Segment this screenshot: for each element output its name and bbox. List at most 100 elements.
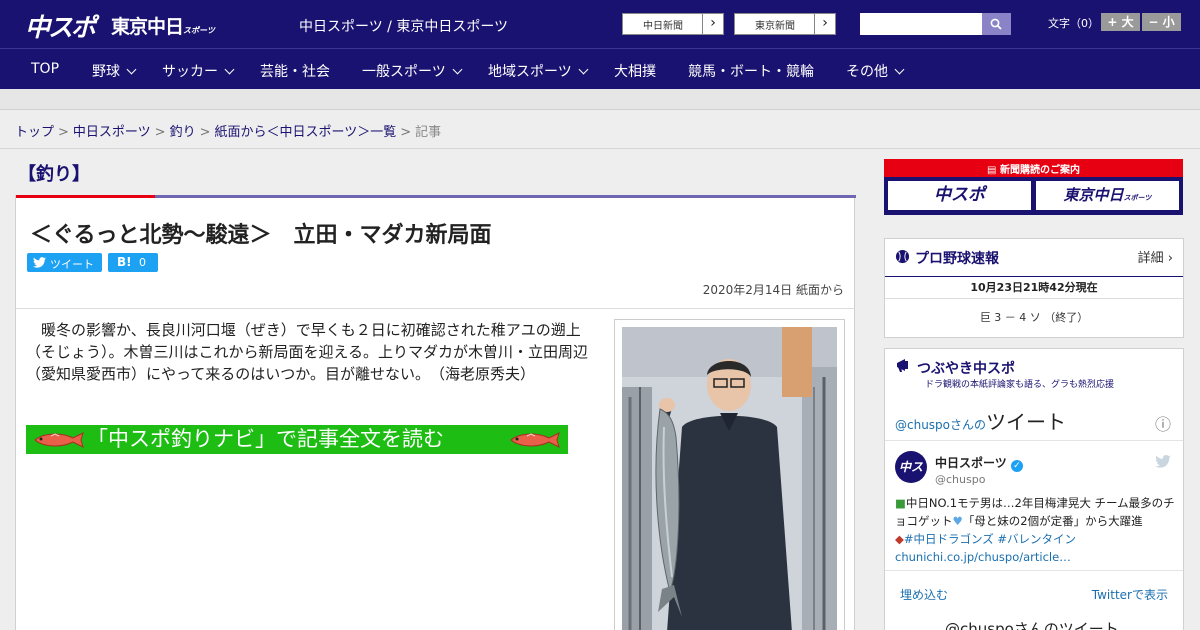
breadcrumb: トップ > 中日スポーツ > 釣り > 紙面から＜中日スポーツ＞一覧 > 記事 xyxy=(15,121,441,140)
nav-item-local-sports[interactable]: 地域スポーツ xyxy=(488,61,589,81)
breadcrumb-chunichi-sports[interactable]: 中日スポーツ xyxy=(73,125,151,140)
tweet-hashtags[interactable]: #中日ドラゴンズ #バレンタイン xyxy=(904,532,1076,546)
article-photo-frame xyxy=(614,319,845,630)
chevron-down-icon xyxy=(224,64,235,75)
nav-item-top[interactable]: TOP xyxy=(31,61,59,77)
accent-bar xyxy=(16,195,155,198)
ext-link-label: 中日新聞 xyxy=(643,21,683,32)
subscribe-chuspo-button[interactable]: 中スポ xyxy=(888,181,1031,210)
nav-label: 野球 xyxy=(92,64,120,80)
search-button[interactable] xyxy=(982,13,1011,35)
tsubuyaki-subtitle: ドラ観戦の本紙評論家も語る、グラも熱烈応援 xyxy=(925,380,1115,390)
article-photo[interactable] xyxy=(622,327,837,630)
nav-label: 一般スポーツ xyxy=(362,64,446,80)
tweet-account-handle[interactable]: @chuspo xyxy=(935,473,985,486)
timeline-footer[interactable]: @chuspoさんのツイート xyxy=(945,618,1119,630)
newspaper-icon: ▤ xyxy=(987,165,1000,176)
tweet-text: ■中日NO.1モテ男は…2年目梅津晃大 チーム最多のチョコゲット♥「母と妹の2個… xyxy=(895,494,1177,566)
nav-item-other[interactable]: その他 xyxy=(846,61,905,81)
view-on-twitter-link[interactable]: Twitterで表示 xyxy=(1092,586,1168,603)
chocolate-emoji-icon: ◆ xyxy=(895,532,904,546)
twitter-timeline[interactable]: @chuspoさんのツイート ⓘ 中スポ 中日スポーツ ✓ @chuspo ■中… xyxy=(884,398,1184,630)
divider xyxy=(885,570,1183,571)
megaphone-icon xyxy=(897,359,908,372)
breadcrumb-top[interactable]: トップ xyxy=(15,125,54,140)
chuspo-logo[interactable]: 中スポ xyxy=(25,8,96,44)
baseball-score-widget: プロ野球速報 詳細 › 10月23日21時42分現在 巨 3 － 4 ソ （終了… xyxy=(884,238,1184,338)
twitter-bird-icon xyxy=(33,257,46,268)
subscription-logos: 中スポ 東京中日スポーツ xyxy=(884,177,1183,215)
hatena-icon: B! xyxy=(117,255,132,269)
tsubuyaki-widget: つぶやき中スポ ドラ観戦の本紙評論家も語る、グラも熱烈応援 xyxy=(884,348,1184,398)
divider xyxy=(0,148,1200,149)
fishing-navi-banner[interactable]: 「中スポ釣りナビ」で記事全文を読む xyxy=(26,425,568,454)
subscribe-tokyo-label: 東京中日 xyxy=(1063,186,1124,204)
article-body: 暖冬の影響か、長良川河口堰（ぜき）で早くも２日に初確認された稚アユの遡上（そじょ… xyxy=(26,321,589,383)
timeline-header: @chuspoさんのツイート xyxy=(895,406,1066,435)
nav-item-entertainment[interactable]: 芸能・社会 xyxy=(260,61,330,81)
tsubuyaki-title: つぶやき中スポ xyxy=(917,361,1015,377)
breadcrumb-separator: > xyxy=(400,125,412,140)
tokyo-shimbun-link[interactable]: 東京新聞 › xyxy=(734,13,836,35)
embed-link[interactable]: 埋め込む xyxy=(900,586,948,603)
baseball-widget-title: プロ野球速報 xyxy=(915,251,999,267)
accent-bar xyxy=(155,195,856,198)
baseball-details-link[interactable]: 詳細 › xyxy=(1138,247,1173,266)
article-date: 2020年2月14日 紙面から xyxy=(702,283,844,297)
nav-label: 芸能・社会 xyxy=(260,64,330,80)
search-input[interactable] xyxy=(860,13,982,35)
chevron-down-icon xyxy=(578,64,589,75)
baseball-timestamp: 10月23日21時42分現在 xyxy=(885,276,1183,299)
divider xyxy=(16,308,854,309)
nav-item-sumo[interactable]: 大相撲 xyxy=(614,61,656,81)
nav-label: 大相撲 xyxy=(614,64,656,80)
ext-link-label: 東京新聞 xyxy=(755,21,795,32)
hatena-count: 0 xyxy=(139,256,146,269)
nav-item-soccer[interactable]: サッカー xyxy=(162,61,235,81)
article-card: ＜ぐるっと北勢～駿遠＞ 立田・マダカ新局面 ツイート B! 0 2020年2月1… xyxy=(15,195,856,630)
tweet-link[interactable]: chunichi.co.jp/chuspo/article… xyxy=(895,550,1071,564)
tokyo-logo-text: 東京中日 xyxy=(111,16,184,38)
account-name-text: 中日スポーツ xyxy=(935,456,1007,470)
subscribe-tokyo-small: スポーツ xyxy=(1123,194,1152,202)
text-size-decrease-button[interactable]: − 小 xyxy=(1142,13,1181,31)
breadcrumb-current: 記事 xyxy=(415,125,442,140)
chunichi-shimbun-link[interactable]: 中日新聞 › xyxy=(622,13,724,35)
nav-label: その他 xyxy=(846,64,888,80)
subscription-banner-title: ▤ 新聞購読のご案内 xyxy=(884,161,1183,176)
chevron-down-icon xyxy=(126,64,137,75)
subscribe-tokyo-button[interactable]: 東京中日スポーツ xyxy=(1036,181,1179,210)
nav-item-racing[interactable]: 競馬・ボート・競輪 xyxy=(688,61,814,81)
breadcrumb-separator: > xyxy=(58,125,69,140)
timeline-handle[interactable]: @chuspoさんの xyxy=(895,418,986,432)
top-header: 中スポ 東京中日スポーツ 中日スポーツ / 東京中日スポーツ 中日新聞 › 東京… xyxy=(0,0,1200,48)
nav-item-baseball[interactable]: 野球 xyxy=(92,61,137,81)
text-size-label: 文字（0） xyxy=(1048,17,1099,30)
info-icon[interactable]: ⓘ xyxy=(1155,411,1171,435)
text-size-increase-button[interactable]: + 大 xyxy=(1101,13,1140,31)
baseball-score[interactable]: 巨 3 － 4 ソ （終了） xyxy=(885,309,1183,325)
breadcrumb-separator: > xyxy=(199,125,211,140)
chevron-right-icon: › xyxy=(702,14,723,34)
breadcrumb-separator: > xyxy=(154,125,166,140)
tweet-account-name[interactable]: 中日スポーツ ✓ xyxy=(935,454,1023,472)
tokyo-chunichi-logo[interactable]: 東京中日スポーツ xyxy=(111,12,215,39)
fish-icon xyxy=(510,432,560,448)
breadcrumb-fishing[interactable]: 釣り xyxy=(170,125,196,140)
breadcrumb-list[interactable]: 紙面から＜中日スポーツ＞一覧 xyxy=(215,125,397,140)
avatar[interactable]: 中スポ xyxy=(895,451,927,506)
nav-label: TOP xyxy=(31,61,60,77)
chevron-right-icon: › xyxy=(814,14,835,34)
header-strip xyxy=(0,89,1200,110)
hatena-bookmark-button[interactable]: B! 0 xyxy=(108,253,158,272)
search-icon xyxy=(990,18,1002,30)
nav-label: 地域スポーツ xyxy=(488,64,572,80)
article-headline: ＜ぐるっと北勢～駿遠＞ 立田・マダカ新局面 xyxy=(30,223,492,248)
fish-icon xyxy=(34,432,84,448)
verified-badge-icon: ✓ xyxy=(1010,460,1023,472)
nav-item-general-sports[interactable]: 一般スポーツ xyxy=(362,61,463,81)
site-name[interactable]: 中日スポーツ / 東京中日スポーツ xyxy=(299,16,508,36)
twitter-logo-icon[interactable] xyxy=(1155,455,1171,468)
tweet-button[interactable]: ツイート xyxy=(27,253,102,272)
subscription-banner[interactable]: ▤ 新聞購読のご案内 中スポ 東京中日スポーツ xyxy=(884,159,1183,215)
